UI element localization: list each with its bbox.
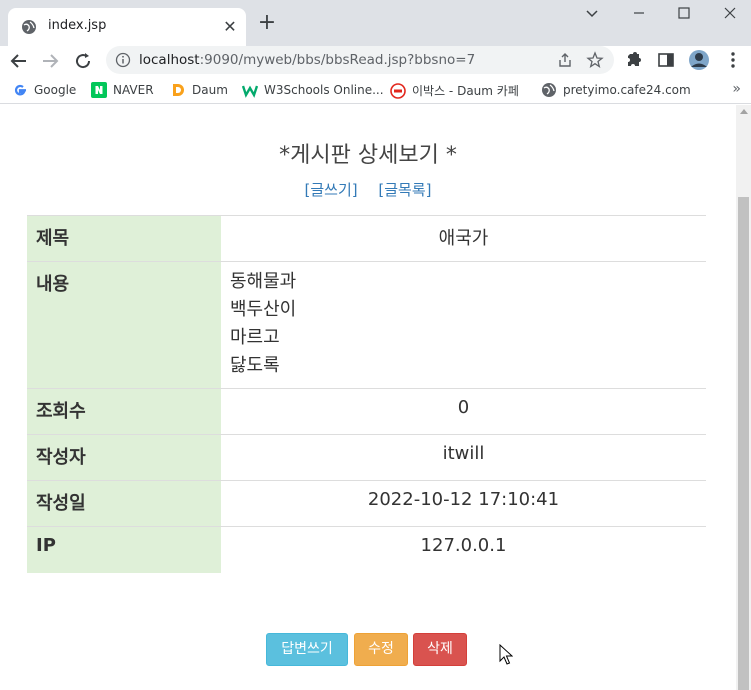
bookmark-daum[interactable]: Daum — [170, 82, 228, 100]
view-count-value: 0 — [457, 397, 470, 418]
bookmark-label: Google — [34, 83, 77, 97]
url-path: :9090/myweb/bbs/bbsRead.jsp?bbsno=7 — [199, 52, 476, 68]
bookmark-google[interactable]: Google — [12, 82, 76, 100]
bookmarks-overflow-icon[interactable]: » — [732, 81, 741, 97]
minimize-icon[interactable] — [630, 4, 648, 22]
scrollbar-thumb[interactable] — [738, 197, 749, 690]
row-label-views: 조회수 — [27, 388, 221, 435]
table-row: 내용 동해물과 백두산이 마르고 닳도록 — [27, 261, 706, 389]
bookmark-pretyimo[interactable]: pretyimo.cafe24.com — [541, 82, 691, 100]
browser-toolbar: localhost:9090/myweb/bbs/bbsRead.jsp?bbs… — [0, 46, 751, 76]
reply-button[interactable]: 답변쓰기 — [266, 633, 348, 666]
edit-button[interactable]: 수정 — [354, 633, 408, 666]
back-arrow-icon[interactable] — [7, 49, 31, 73]
page-title: *게시판 상세보기 * — [279, 143, 457, 168]
side-panel-icon[interactable] — [656, 50, 676, 70]
table-row: IP 127.0.0.1 — [27, 526, 706, 573]
content-line: 마르고 — [230, 327, 280, 348]
created-date-value: 2022-10-12 17:10:41 — [367, 489, 560, 510]
row-label-ip: IP — [27, 526, 221, 573]
bookmark-label: NAVER — [113, 83, 154, 97]
post-title-value: 애국가 — [438, 228, 489, 249]
w3schools-icon — [242, 85, 258, 98]
google-icon — [14, 84, 26, 96]
new-tab-icon[interactable]: + — [255, 12, 279, 36]
browser-tab[interactable]: index.jsp ✕ — [8, 8, 246, 46]
bookmark-label: pretyimo.cafe24.com — [563, 83, 691, 97]
page-viewport: *게시판 상세보기 * [글쓰기] [글목록] 제목 애국가 내용 동해물과 백… — [0, 105, 736, 690]
profile-avatar-icon[interactable] — [688, 49, 710, 71]
table-row: 조회수 0 — [27, 388, 706, 435]
menu-kebab-icon[interactable] — [723, 50, 743, 70]
tab-title: index.jsp — [48, 18, 107, 33]
content-line: 동해물과 — [230, 271, 297, 292]
vertical-scrollbar[interactable] — [736, 105, 751, 690]
write-link[interactable]: [글쓰기] — [305, 181, 358, 199]
address-bar[interactable]: localhost:9090/myweb/bbs/bbsRead.jsp?bbs… — [106, 46, 614, 74]
bookmark-label: 이박스 - Daum 카페 — [412, 84, 519, 98]
tab-search-icon[interactable] — [583, 4, 601, 22]
bookmark-label: Daum — [192, 83, 228, 97]
bookmark-naver[interactable]: NAVER — [91, 82, 154, 100]
globe-icon — [22, 20, 36, 34]
author-value: itwill — [442, 443, 485, 464]
forward-arrow-icon[interactable] — [38, 49, 62, 73]
table-row: 제목 애국가 — [27, 215, 706, 262]
post-content-value: 동해물과 백두산이 마르고 닳도록 — [221, 262, 706, 389]
row-label-author: 작성자 — [27, 434, 221, 481]
scroll-up-arrow-icon[interactable] — [740, 109, 748, 114]
post-detail-table: 제목 애국가 내용 동해물과 백두산이 마르고 닳도록 조회수 0 작성자 it… — [27, 215, 706, 573]
row-label-content: 내용 — [27, 261, 221, 389]
bookmarks-bar: Google NAVER Daum W3Schools Online... 이박… — [0, 78, 751, 104]
bookmark-label: W3Schools Online... — [264, 83, 384, 97]
table-row: 작성일 2022-10-12 17:10:41 — [27, 480, 706, 527]
info-icon[interactable] — [115, 52, 131, 68]
list-link[interactable]: [글목록] — [378, 181, 431, 199]
page-links: [글쓰기] [글목록] — [0, 179, 736, 200]
bookmark-w3schools[interactable]: W3Schools Online... — [242, 82, 384, 100]
content-line: 백두산이 — [230, 299, 297, 320]
delete-button[interactable]: 삭제 — [413, 633, 467, 666]
daum-icon — [173, 84, 184, 96]
url-text: localhost:9090/myweb/bbs/bbsRead.jsp?bbs… — [139, 52, 475, 68]
share-icon[interactable] — [556, 51, 574, 69]
ip-value: 127.0.0.1 — [420, 535, 507, 556]
daum-cafe-icon — [390, 83, 406, 99]
globe-icon — [542, 83, 556, 97]
close-window-icon[interactable] — [721, 4, 739, 22]
maximize-icon[interactable] — [675, 4, 693, 22]
close-tab-icon[interactable]: ✕ — [221, 18, 239, 36]
row-label-title: 제목 — [27, 215, 221, 262]
extensions-icon[interactable] — [624, 50, 644, 70]
tab-strip: index.jsp ✕ + — [0, 0, 751, 46]
bookmark-daum-cafe[interactable]: 이박스 - Daum 카페 — [390, 82, 519, 100]
mouse-cursor-icon — [499, 644, 513, 665]
row-label-date: 작성일 — [27, 480, 221, 527]
table-row: 작성자 itwill — [27, 434, 706, 481]
content-line: 닳도록 — [230, 355, 280, 376]
naver-icon — [91, 82, 107, 98]
url-host: localhost — [139, 52, 200, 68]
bookmark-star-icon[interactable] — [586, 51, 604, 69]
reload-icon[interactable] — [71, 49, 95, 73]
